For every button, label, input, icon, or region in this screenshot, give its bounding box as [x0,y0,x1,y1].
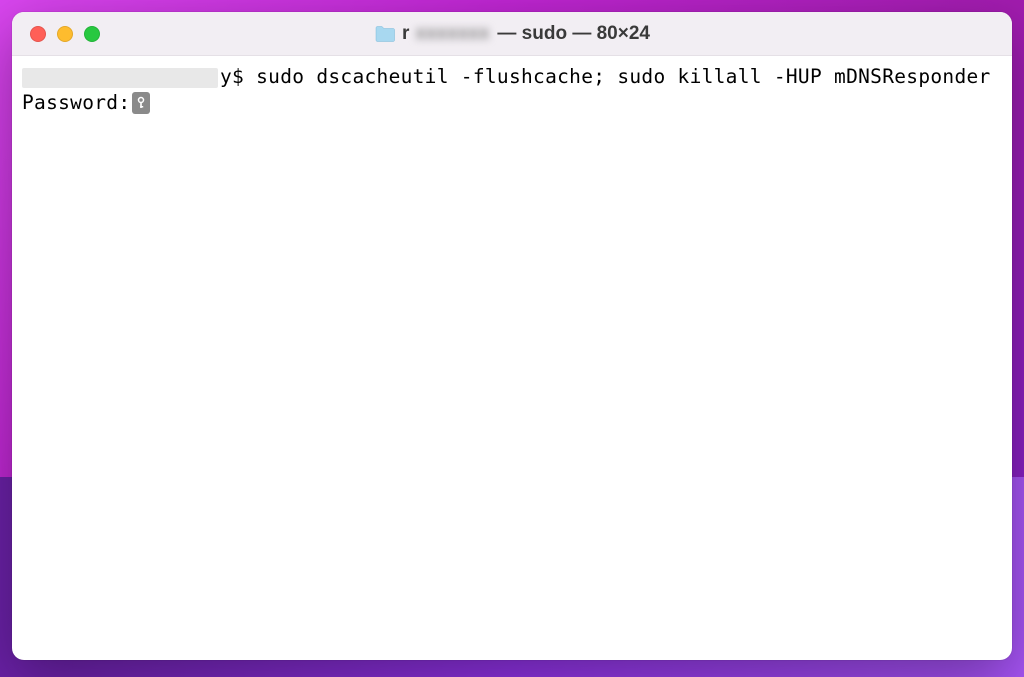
window-title: r xxxxxxx — sudo — 80×24 [374,23,650,45]
title-suffix: — sudo — 80×24 [497,23,650,45]
title-folder-prefix: r [402,23,409,45]
hostname-blurred [22,68,218,88]
maximize-button[interactable] [84,26,100,42]
terminal-content[interactable]: y$ sudo dscacheutil -flushcache; sudo ki… [12,56,1012,660]
password-line: Password: [22,90,1002,116]
window-title-bar[interactable]: r xxxxxxx — sudo — 80×24 [12,12,1012,56]
prompt-suffix: y$ [220,65,256,88]
password-prompt: Password: [22,91,130,114]
minimize-button[interactable] [57,26,73,42]
key-icon [132,92,150,114]
traffic-lights [12,26,100,42]
command-text: sudo dscacheutil -flushcache; sudo killa… [256,65,990,88]
title-blurred-segment: xxxxxxx [415,23,489,45]
close-button[interactable] [30,26,46,42]
terminal-window: r xxxxxxx — sudo — 80×24 y$ sudo dscacheu… [12,12,1012,660]
folder-icon [374,25,396,43]
command-line: y$ sudo dscacheutil -flushcache; sudo ki… [22,64,1002,90]
